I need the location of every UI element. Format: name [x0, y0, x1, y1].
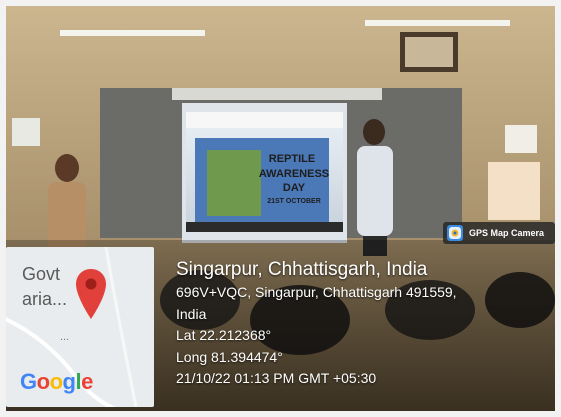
chameleon-image — [207, 150, 261, 216]
map-thumbnail: Govt aria... ... Google — [6, 247, 154, 407]
presenter-left-head — [55, 154, 79, 182]
wall-chart — [488, 162, 540, 220]
slide-line-4: 21ST OCTOBER — [267, 198, 321, 205]
timestamp: 21/10/22 01:13 PM GMT +05:30 — [176, 370, 377, 386]
wall-poster — [505, 125, 537, 153]
address-line: 696V+VQC, Singarpur, Chhattisgarh 491559… — [176, 284, 457, 300]
browser-toolbar — [186, 112, 343, 128]
slide-line-3: DAY — [283, 182, 306, 194]
google-logo: Google — [20, 369, 93, 394]
map-label: Govt — [22, 264, 61, 284]
slide-line-2: AWARENESS — [259, 168, 329, 180]
map-ellipsis: ... — [60, 331, 70, 343]
badge-label: GPS Map Camera — [469, 228, 545, 238]
location-title: Singarpur, Chhattisgarh, India — [176, 259, 428, 280]
taskbar — [186, 222, 343, 232]
presenter-right-head — [363, 119, 385, 145]
longitude: Long 81.394474° — [176, 348, 283, 365]
location-info: Singarpur, Chhattisgarh, India 696V+VQC,… — [176, 258, 556, 390]
address-line: India — [176, 305, 207, 322]
map-label: aria... — [22, 289, 68, 309]
ceiling-light-right — [365, 20, 510, 26]
ceiling-light-left — [60, 30, 205, 36]
latitude: Lat 22.212368° — [176, 327, 272, 343]
gps-map-camera-icon — [447, 225, 463, 241]
wall-poster — [12, 118, 40, 146]
slide-line-1: REPTILE — [269, 153, 315, 165]
map-pin-icon — [76, 269, 106, 319]
gps-map-camera-badge: GPS Map Camera — [443, 222, 555, 244]
presenter-right-body — [357, 146, 393, 236]
projector-screen-roll — [172, 88, 382, 100]
